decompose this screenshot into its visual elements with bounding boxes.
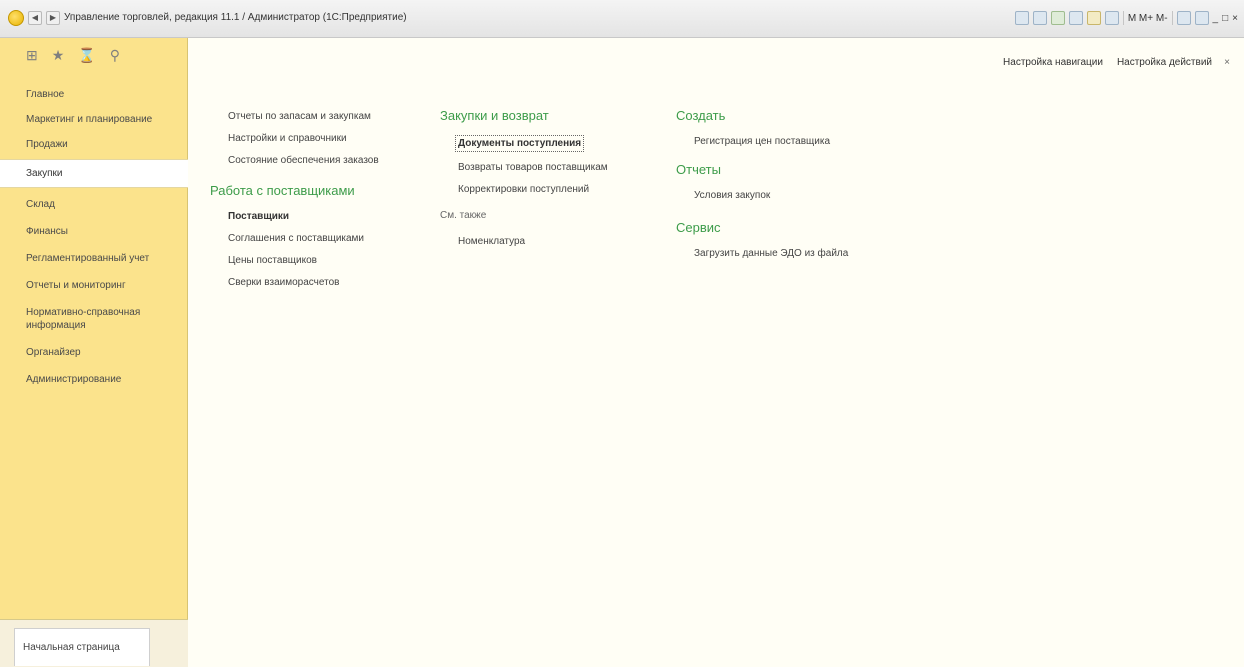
link-settlement-reconciliations[interactable]: Сверки взаиморасчетов	[228, 276, 379, 289]
column-navigation: Отчеты по запасам и закупкам Настройки и…	[210, 110, 379, 298]
reports-links: Условия закупок	[676, 189, 848, 202]
link-order-supply-status[interactable]: Состояние обеспечения заказов	[228, 154, 379, 167]
star-icon[interactable]: ★	[52, 48, 65, 64]
sidebar-item-reports[interactable]: Отчеты и мониторинг	[0, 275, 188, 296]
sidebar-item-purchases[interactable]: Закупки	[0, 159, 188, 188]
home-page-tab[interactable]: Начальная страница	[14, 628, 150, 666]
service-links: Загрузить данные ЭДО из файла	[676, 247, 848, 260]
print-icon[interactable]	[1032, 11, 1047, 25]
link-supplier-agreements[interactable]: Соглашения с поставщиками	[228, 232, 379, 245]
section-title-suppliers: Работа с поставщиками	[210, 183, 355, 198]
panel-settings-links: Настройка навигации Настройка действий	[1003, 57, 1212, 68]
close-window-button[interactable]: ×	[1232, 13, 1238, 24]
sections-sidebar: ⊞ ★ ⌛ ⚲ Главное Маркетинг и планирование…	[0, 38, 188, 667]
history-icon[interactable]: ⌛	[78, 48, 95, 64]
title-bar-controls: ◀ ▶	[8, 10, 60, 26]
see-also-links: Номенклатура	[440, 235, 608, 248]
sidebar-item-finance[interactable]: Финансы	[0, 221, 188, 242]
sidebar-item-marketing[interactable]: Маркетинг и планирование	[0, 109, 188, 130]
sidebar-item-organizer[interactable]: Органайзер	[0, 342, 188, 363]
maximize-button[interactable]: □	[1222, 13, 1228, 24]
section-title-reports: Отчеты	[676, 162, 721, 177]
grid-icon[interactable]: ⊞	[26, 48, 38, 64]
memory-buttons[interactable]: M M+ M-	[1128, 13, 1168, 24]
sidebar-item-regulated-accounting[interactable]: Регламентированный учет	[0, 248, 188, 269]
section-title-create: Создать	[676, 108, 726, 123]
sidebar-toolbar: ⊞ ★ ⌛ ⚲	[0, 38, 187, 64]
app-logo-icon[interactable]	[8, 10, 24, 26]
link-register-supplier-prices[interactable]: Регистрация цен поставщика	[694, 135, 848, 148]
title-bar-tools: M M+ M- _ □ ×	[1014, 11, 1238, 25]
calendar-icon[interactable]	[1068, 11, 1083, 25]
sidebar-item-warehouse[interactable]: Склад	[0, 194, 188, 215]
close-icon[interactable]: ×	[1224, 57, 1230, 68]
column-create-reports-service: Создать Регистрация цен поставщика Отчет…	[676, 108, 848, 269]
calculator-icon[interactable]	[1086, 11, 1101, 25]
link-receipt-corrections[interactable]: Корректировки поступлений	[458, 183, 608, 196]
link-settings-directories[interactable]: Настройки и справочники	[228, 132, 379, 145]
toolbar-divider	[1122, 11, 1124, 25]
link-icon[interactable]	[1050, 11, 1065, 25]
search-icon[interactable]: ⚲	[110, 48, 120, 64]
back-icon[interactable]: ◀	[28, 11, 42, 25]
section-title-service: Сервис	[676, 220, 721, 235]
link-load-edi-from-file[interactable]: Загрузить данные ЭДО из файла	[694, 247, 848, 260]
history-icon[interactable]	[1104, 11, 1119, 25]
section-panel: Настройка навигации Настройка действий ×…	[188, 38, 1244, 667]
forward-icon[interactable]: ▶	[46, 11, 60, 25]
sidebar-sections: Главное Маркетинг и планирование Продажи…	[0, 84, 188, 390]
save-icon[interactable]	[1014, 11, 1029, 25]
info-icon[interactable]	[1176, 11, 1191, 25]
sidebar-item-administration[interactable]: Администрирование	[0, 369, 188, 390]
window-title: Управление торговлей, редакция 11.1 / Ад…	[64, 12, 407, 23]
purchases-returns-links: Документы поступления Возвраты товаров п…	[440, 135, 608, 196]
link-returns-to-suppliers[interactable]: Возвраты товаров поставщикам	[458, 161, 608, 174]
minimize-button[interactable]: _	[1213, 13, 1219, 24]
column-purchases-returns: Закупки и возврат Документы поступления …	[440, 108, 608, 257]
see-also-label: См. также	[440, 210, 487, 221]
sidebar-item-main[interactable]: Главное	[0, 84, 188, 105]
dropdown-icon[interactable]	[1194, 11, 1209, 25]
open-windows-bar: Начальная страница	[0, 619, 188, 667]
sidebar-item-reference-info[interactable]: Нормативно-справочная информация	[0, 302, 188, 336]
link-purchase-conditions[interactable]: Условия закупок	[694, 189, 848, 202]
action-settings-link[interactable]: Настройка действий	[1117, 57, 1212, 68]
link-supplier-prices[interactable]: Цены поставщиков	[228, 254, 379, 267]
sidebar-item-sales[interactable]: Продажи	[0, 134, 188, 155]
navigation-settings-link[interactable]: Настройка навигации	[1003, 57, 1103, 68]
link-receipt-documents[interactable]: Документы поступления	[455, 135, 585, 152]
link-suppliers[interactable]: Поставщики	[228, 210, 379, 223]
link-nomenclature[interactable]: Номенклатура	[458, 235, 608, 248]
title-bar: ◀ ▶ Управление торговлей, редакция 11.1 …	[0, 0, 1244, 38]
toolbar-divider	[1171, 11, 1173, 25]
link-stock-purchase-reports[interactable]: Отчеты по запасам и закупкам	[228, 110, 379, 123]
section-title-purchases-returns: Закупки и возврат	[440, 108, 549, 123]
create-links: Регистрация цен поставщика	[676, 135, 848, 148]
